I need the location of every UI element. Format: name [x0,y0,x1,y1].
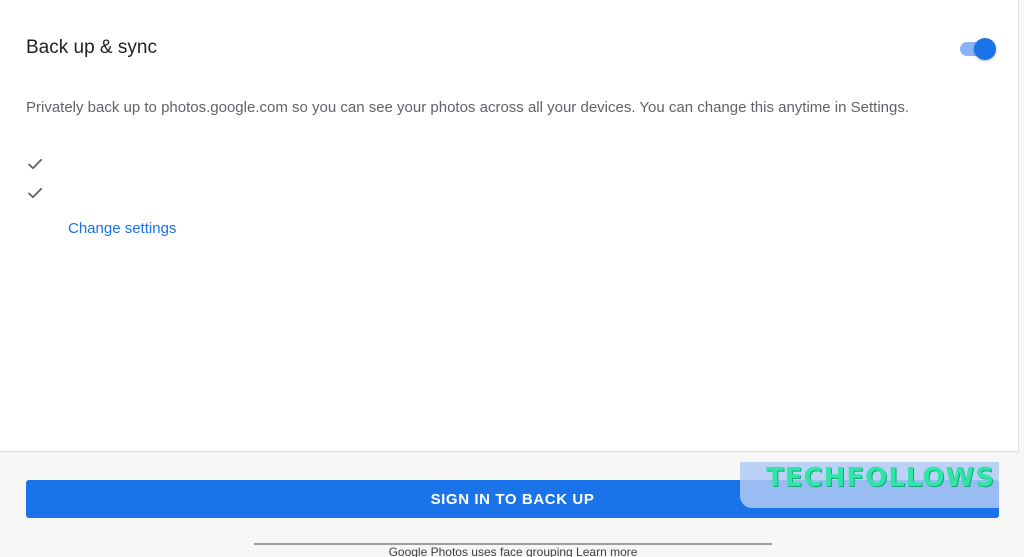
backup-description: Privately back up to photos.google.com s… [26,99,910,116]
face-grouping-footer: Google Photos uses face grouping Learn m… [254,543,772,557]
face-grouping-text: Google Photos uses face grouping [388,545,573,557]
backup-sync-screen: Back up & sync Privately back up to phot… [0,0,1024,557]
backup-sync-title: Back up & sync [26,37,157,58]
watermark-logo: TECHFOLLOWS [766,463,995,493]
backup-sync-toggle[interactable] [958,37,996,60]
backup-settings-card: Back up & sync Privately back up to phot… [0,0,1019,452]
check-icon [27,156,43,172]
learn-more-link[interactable]: Learn more [576,545,637,557]
change-settings-link[interactable]: Change settings [68,220,176,237]
check-icon [27,185,43,201]
toggle-thumb [974,38,996,60]
